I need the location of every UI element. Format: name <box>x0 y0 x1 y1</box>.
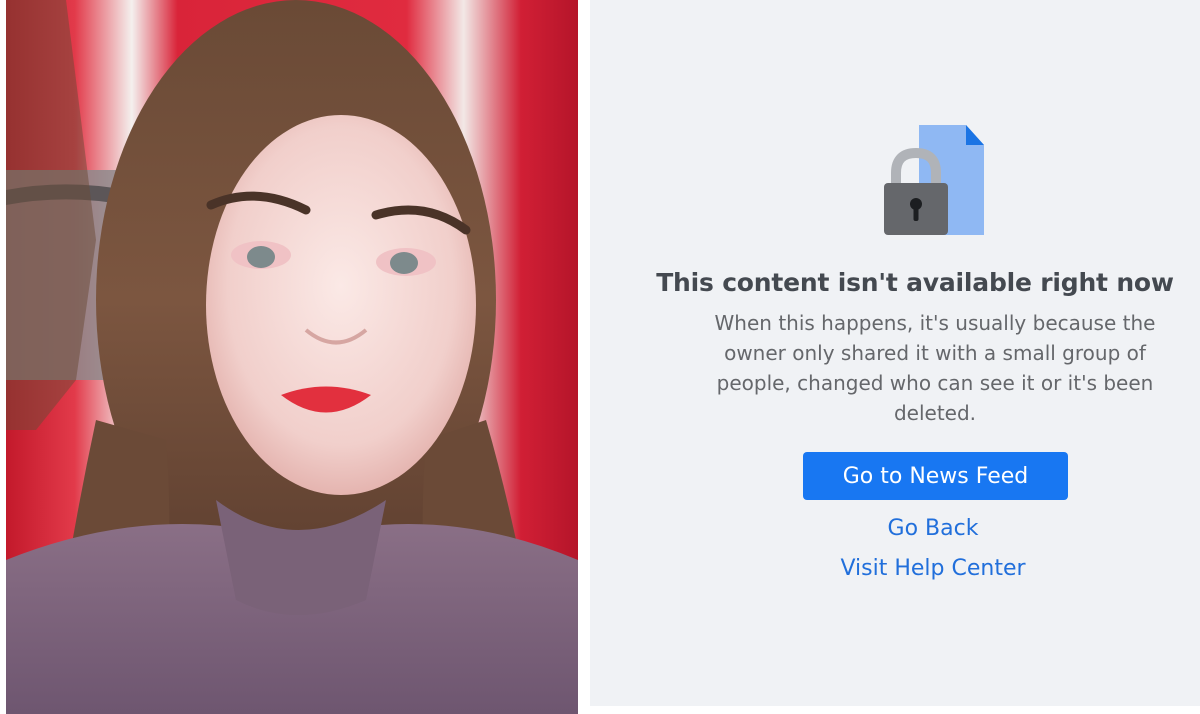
visit-help-center-link[interactable]: Visit Help Center <box>588 556 1200 581</box>
go-back-link[interactable]: Go Back <box>588 516 1200 541</box>
divider <box>578 0 590 714</box>
go-to-news-feed-button[interactable]: Go to News Feed <box>803 452 1068 500</box>
locked-document-icon <box>884 125 984 235</box>
error-title: This content isn't available right now <box>656 268 1174 297</box>
portrait-photo <box>6 0 578 714</box>
content-unavailable-panel: This content isn't available right now W… <box>590 0 1200 706</box>
error-message: When this happens, it's usually because … <box>714 311 1156 425</box>
